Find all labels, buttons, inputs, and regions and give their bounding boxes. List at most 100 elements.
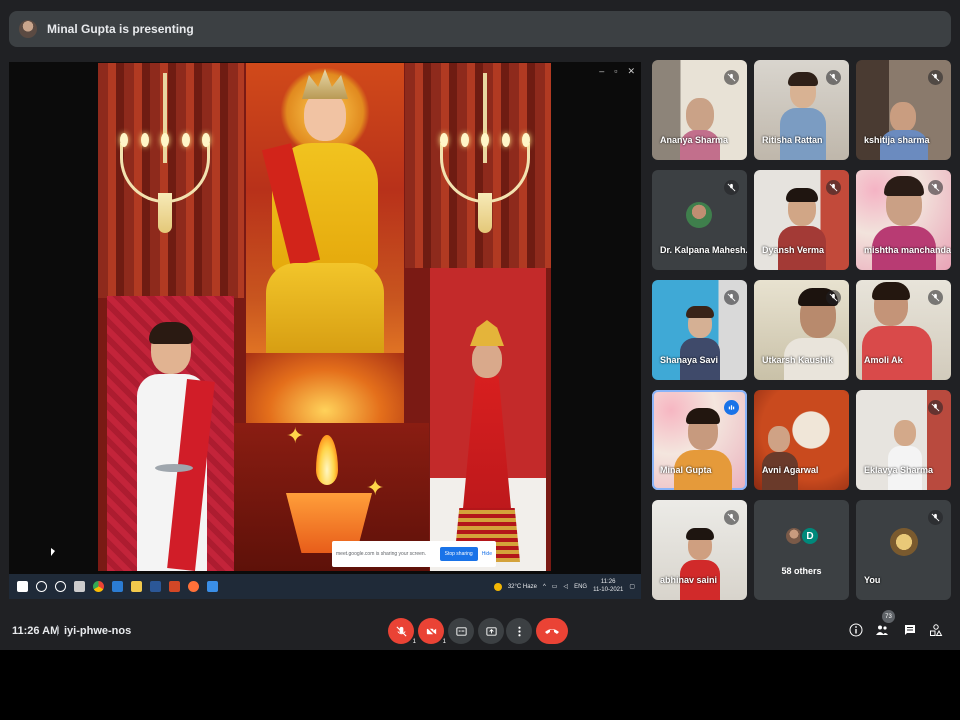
search-icon[interactable]	[36, 581, 47, 592]
more-options-button[interactable]	[506, 618, 532, 644]
minimize-icon: –	[599, 66, 605, 76]
participant-name: abhinav saini	[660, 575, 718, 585]
more-vert-icon	[517, 626, 521, 636]
notification-icon[interactable]: ▢	[629, 583, 635, 590]
meeting-control-bar: 11:26 AM | iyi-phwe-nos 1 1	[0, 608, 960, 650]
goddess-image	[246, 63, 404, 425]
camera-toggle-button[interactable]: 1	[418, 618, 446, 645]
share-notice-text: meet.google.com is sharing your screen.	[336, 551, 427, 557]
participant-name: Ritisha Rattan	[762, 135, 823, 145]
chat-icon	[905, 625, 915, 635]
participant-tile[interactable]: Eklavya Sharma	[856, 390, 951, 490]
mic-off-icon	[928, 290, 943, 305]
speaking-indicator-icon	[724, 400, 739, 415]
mic-off-icon	[395, 625, 407, 637]
weather-icon	[493, 582, 502, 591]
people-button[interactable]	[874, 622, 890, 638]
hide-button[interactable]: Hide	[482, 551, 492, 557]
participant-name: Dr. Kalpana Mahesh...	[660, 245, 747, 255]
self-avatar	[890, 528, 918, 556]
others-avatars: D	[784, 526, 820, 546]
chat-button[interactable]	[902, 622, 918, 638]
participant-name: kshitija sharma	[864, 135, 930, 145]
word-icon[interactable]	[112, 581, 123, 592]
system-tray: 32°C Haze ^ ▭ ◁ ENG 11:26 11-10-2021 ▢	[493, 574, 635, 599]
others-count: 58 others	[781, 566, 822, 576]
captions-button[interactable]	[448, 618, 474, 644]
tray-chevron-icon[interactable]: ^	[543, 584, 546, 590]
network-icon[interactable]: ▭	[552, 583, 558, 590]
firefox-icon[interactable]	[188, 581, 199, 592]
participant-avatar	[686, 202, 712, 228]
meeting-code: iyi-phwe-nos	[64, 625, 132, 637]
mic-off-icon	[928, 510, 943, 525]
participant-name: mishtha manchanda	[864, 245, 951, 255]
mic-off-icon	[724, 180, 739, 195]
shared-screen[interactable]: – ▫ ✕ ✦ ✦ meet.google.com is sharing you…	[9, 62, 641, 599]
mic-off-icon	[826, 180, 841, 195]
maximize-icon: ▫	[614, 66, 618, 76]
meeting-details-button[interactable]	[848, 622, 864, 638]
presenting-text: Minal Gupta is presenting	[47, 22, 194, 36]
info-icon	[849, 623, 863, 637]
present-screen-button[interactable]	[478, 618, 504, 644]
participant-tile[interactable]: Utkarsh Kaushik	[754, 280, 849, 380]
captions-icon	[455, 626, 467, 636]
chrome-icon[interactable]	[93, 581, 104, 592]
app-icon[interactable]	[150, 581, 161, 592]
participant-name: Utkarsh Kaushik	[762, 355, 834, 365]
participant-tile[interactable]: Ritisha Rattan	[754, 60, 849, 160]
meeting-time: 11:26 AM	[12, 625, 60, 637]
language-indicator[interactable]: ENG	[574, 584, 587, 590]
mouse-cursor-icon	[51, 548, 55, 556]
mic-off-icon	[724, 510, 739, 525]
mic-off-icon	[826, 290, 841, 305]
hangup-icon	[545, 629, 559, 634]
app-icon[interactable]	[207, 581, 218, 592]
cortana-icon[interactable]	[55, 581, 66, 592]
participant-tile[interactable]: Avni Agarwal	[754, 390, 849, 490]
taskbar-clock[interactable]: 11:26 11-10-2021	[593, 579, 623, 593]
windows-start-icon[interactable]	[17, 581, 28, 592]
participant-tile[interactable]: abhinav saini	[652, 500, 747, 600]
self-tile[interactable]: You	[856, 500, 951, 600]
windows-taskbar: 32°C Haze ^ ▭ ◁ ENG 11:26 11-10-2021 ▢	[9, 574, 641, 599]
mic-off-icon	[928, 70, 943, 85]
file-explorer-icon[interactable]	[131, 581, 142, 592]
participant-name: Avni Agarwal	[762, 465, 819, 475]
volume-icon[interactable]: ◁	[563, 583, 568, 590]
participant-tile[interactable]: mishtha manchanda	[856, 170, 951, 270]
weather-text: 32°C Haze	[507, 583, 537, 590]
chandelier-right-image	[440, 73, 530, 243]
meet-app: Minal Gupta is presenting – ▫ ✕ ✦ ✦ meet…	[0, 0, 960, 650]
stop-sharing-button[interactable]: Stop sharing	[439, 547, 478, 561]
participant-tile[interactable]: Dr. Kalpana Mahesh...	[652, 170, 747, 270]
boy-costume-image	[107, 296, 234, 571]
activities-button[interactable]	[928, 622, 944, 638]
task-view-icon[interactable]	[74, 581, 85, 592]
participant-tile[interactable]: Shanaya Savi	[652, 280, 747, 380]
others-tile[interactable]: D 58 others	[754, 500, 849, 600]
mic-off-icon	[724, 290, 739, 305]
people-icon	[876, 625, 888, 635]
mic-off-icon	[724, 70, 739, 85]
presentation-slide: ✦ ✦ meet.google.com is sharing your scre…	[98, 63, 551, 571]
participant-tile-active-speaker[interactable]: Minal Gupta	[652, 390, 747, 490]
mic-toggle-button[interactable]: 1	[388, 618, 416, 645]
participant-tile[interactable]: Amoli Ak	[856, 280, 951, 380]
participant-name: Eklavya Sharma	[864, 465, 934, 475]
screen-share-notice: meet.google.com is sharing your screen. …	[332, 541, 496, 567]
participant-tile[interactable]: Dyansh Verma	[754, 170, 849, 270]
mic-off-icon	[826, 70, 841, 85]
presenting-bar: Minal Gupta is presenting	[9, 11, 951, 47]
mic-off-icon	[928, 180, 943, 195]
participant-tile[interactable]: kshitija sharma	[856, 60, 951, 160]
participant-tile[interactable]: Ananya Sharma	[652, 60, 747, 160]
participant-name: Amoli Ak	[864, 355, 903, 365]
chandelier-left-image	[120, 73, 210, 243]
girl-costume-image	[430, 268, 546, 571]
powerpoint-icon[interactable]	[169, 581, 180, 592]
participant-name: Minal Gupta	[660, 465, 712, 475]
leave-call-button[interactable]	[536, 618, 568, 644]
activities-icon	[930, 624, 943, 636]
